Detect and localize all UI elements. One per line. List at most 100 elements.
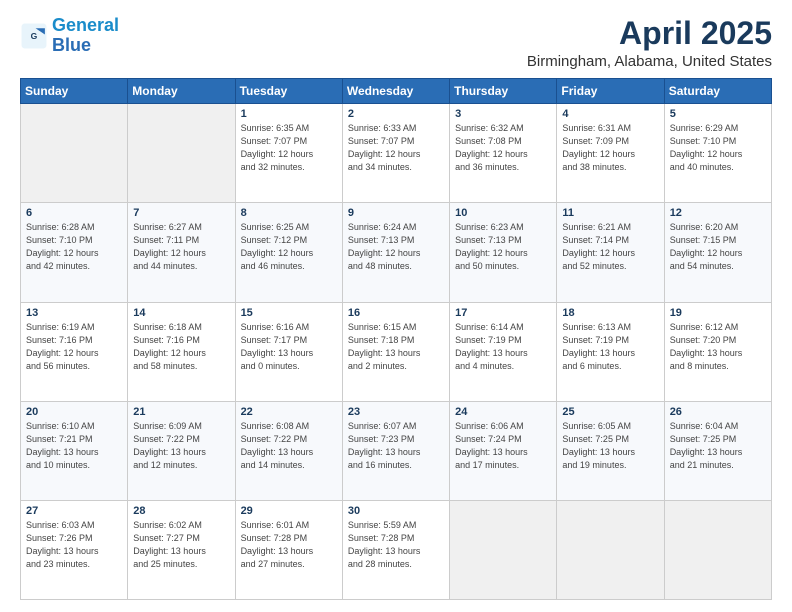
calendar-cell: 6 Sunrise: 6:28 AMSunset: 7:10 PMDaylight… [21,203,128,302]
calendar-cell: 19Sunrise: 6:12 AMSunset: 7:20 PMDayligh… [664,302,771,401]
calendar-day-header: Wednesday [342,79,449,104]
calendar-week-row: 1 Sunrise: 6:35 AMSunset: 7:07 PMDaylight… [21,104,772,203]
calendar-cell: 7 Sunrise: 6:27 AMSunset: 7:11 PMDaylight… [128,203,235,302]
cell-info: Sunrise: 6:14 AMSunset: 7:19 PMDaylight:… [455,321,551,373]
cell-info: Sunrise: 6:02 AMSunset: 7:27 PMDaylight:… [133,519,229,571]
calendar-cell: 16Sunrise: 6:15 AMSunset: 7:18 PMDayligh… [342,302,449,401]
cell-info: Sunrise: 6:21 AMSunset: 7:14 PMDaylight:… [562,221,658,273]
day-number: 18 [562,307,658,319]
cell-info: Sunrise: 6:24 AMSunset: 7:13 PMDaylight:… [348,221,444,273]
calendar-table: SundayMondayTuesdayWednesdayThursdayFrid… [20,78,772,600]
calendar-cell [664,500,771,599]
calendar-cell: 24 Sunrise: 6:06 AMSunset: 7:24 PMDayligh… [450,401,557,500]
svg-text:G: G [31,31,38,41]
calendar-cell: 15 Sunrise: 6:16 AMSunset: 7:17 PMDayligh… [235,302,342,401]
cell-info: Sunrise: 6:18 AMSunset: 7:16 PMDaylight:… [133,321,229,373]
day-number: 6 [26,207,122,219]
header: G General Blue April 2025 Birmingham, Al… [20,16,772,70]
day-number: 17 [455,307,551,319]
calendar-cell [450,500,557,599]
calendar-header-row: SundayMondayTuesdayWednesdayThursdayFrid… [21,79,772,104]
cell-info: Sunrise: 6:28 AMSunset: 7:10 PMDaylight:… [26,221,122,273]
calendar-cell: 13 Sunrise: 6:19 AMSunset: 7:16 PMDayligh… [21,302,128,401]
day-number: 14 [133,307,229,319]
cell-info: Sunrise: 6:09 AMSunset: 7:22 PMDaylight:… [133,420,229,472]
day-number: 20 [26,406,122,418]
calendar-cell: 3 Sunrise: 6:32 AMSunset: 7:08 PMDaylight… [450,104,557,203]
day-number: 30 [348,505,444,517]
day-number: 22 [241,406,337,418]
cell-info: Sunrise: 6:23 AMSunset: 7:13 PMDaylight:… [455,221,551,273]
cell-info: Sunrise: 6:19 AMSunset: 7:16 PMDaylight:… [26,321,122,373]
calendar-day-header: Thursday [450,79,557,104]
cell-info: Sunrise: 6:29 AMSunset: 7:10 PMDaylight:… [670,122,766,174]
calendar-week-row: 6 Sunrise: 6:28 AMSunset: 7:10 PMDaylight… [21,203,772,302]
cell-info: Sunrise: 6:06 AMSunset: 7:24 PMDaylight:… [455,420,551,472]
calendar-cell: 26 Sunrise: 6:04 AMSunset: 7:25 PMDayligh… [664,401,771,500]
calendar-day-header: Saturday [664,79,771,104]
cell-info: Sunrise: 6:27 AMSunset: 7:11 PMDaylight:… [133,221,229,273]
calendar-cell: 27Sunrise: 6:03 AMSunset: 7:26 PMDayligh… [21,500,128,599]
subtitle: Birmingham, Alabama, United States [527,53,772,70]
cell-info: Sunrise: 6:13 AMSunset: 7:19 PMDaylight:… [562,321,658,373]
calendar-cell: 21 Sunrise: 6:09 AMSunset: 7:22 PMDayligh… [128,401,235,500]
day-number: 3 [455,108,551,120]
calendar-cell [128,104,235,203]
calendar-cell: 5Sunrise: 6:29 AMSunset: 7:10 PMDaylight… [664,104,771,203]
day-number: 12 [670,207,766,219]
cell-info: Sunrise: 5:59 AMSunset: 7:28 PMDaylight:… [348,519,444,571]
cell-info: Sunrise: 6:33 AMSunset: 7:07 PMDaylight:… [348,122,444,174]
day-number: 19 [670,307,766,319]
cell-info: Sunrise: 6:20 AMSunset: 7:15 PMDaylight:… [670,221,766,273]
day-number: 10 [455,207,551,219]
calendar-cell: 30 Sunrise: 5:59 AMSunset: 7:28 PMDayligh… [342,500,449,599]
calendar-cell: 28 Sunrise: 6:02 AMSunset: 7:27 PMDayligh… [128,500,235,599]
logo-icon: G [20,22,48,50]
calendar-cell: 11 Sunrise: 6:21 AMSunset: 7:14 PMDayligh… [557,203,664,302]
cell-info: Sunrise: 6:32 AMSunset: 7:08 PMDaylight:… [455,122,551,174]
calendar-cell: 25Sunrise: 6:05 AMSunset: 7:25 PMDayligh… [557,401,664,500]
logo-text: General Blue [52,16,119,56]
day-number: 1 [241,108,337,120]
calendar-cell: 17 Sunrise: 6:14 AMSunset: 7:19 PMDayligh… [450,302,557,401]
calendar-day-header: Friday [557,79,664,104]
day-number: 24 [455,406,551,418]
day-number: 23 [348,406,444,418]
day-number: 9 [348,207,444,219]
calendar-cell: 2 Sunrise: 6:33 AMSunset: 7:07 PMDaylight… [342,104,449,203]
cell-info: Sunrise: 6:05 AMSunset: 7:25 PMDaylight:… [562,420,658,472]
cell-info: Sunrise: 6:16 AMSunset: 7:17 PMDaylight:… [241,321,337,373]
cell-info: Sunrise: 6:10 AMSunset: 7:21 PMDaylight:… [26,420,122,472]
calendar-cell [21,104,128,203]
day-number: 28 [133,505,229,517]
day-number: 26 [670,406,766,418]
day-number: 13 [26,307,122,319]
main-title: April 2025 [527,16,772,51]
day-number: 2 [348,108,444,120]
calendar-week-row: 27Sunrise: 6:03 AMSunset: 7:26 PMDayligh… [21,500,772,599]
calendar-week-row: 13 Sunrise: 6:19 AMSunset: 7:16 PMDayligh… [21,302,772,401]
day-number: 15 [241,307,337,319]
cell-info: Sunrise: 6:01 AMSunset: 7:28 PMDaylight:… [241,519,337,571]
calendar-body: 1 Sunrise: 6:35 AMSunset: 7:07 PMDaylight… [21,104,772,600]
calendar-cell: 23Sunrise: 6:07 AMSunset: 7:23 PMDayligh… [342,401,449,500]
calendar-cell: 9 Sunrise: 6:24 AMSunset: 7:13 PMDaylight… [342,203,449,302]
day-number: 11 [562,207,658,219]
cell-info: Sunrise: 6:15 AMSunset: 7:18 PMDaylight:… [348,321,444,373]
calendar-day-header: Tuesday [235,79,342,104]
day-number: 8 [241,207,337,219]
day-number: 21 [133,406,229,418]
cell-info: Sunrise: 6:31 AMSunset: 7:09 PMDaylight:… [562,122,658,174]
calendar-cell: 10 Sunrise: 6:23 AMSunset: 7:13 PMDayligh… [450,203,557,302]
day-number: 7 [133,207,229,219]
cell-info: Sunrise: 6:08 AMSunset: 7:22 PMDaylight:… [241,420,337,472]
calendar-week-row: 20 Sunrise: 6:10 AMSunset: 7:21 PMDayligh… [21,401,772,500]
page: G General Blue April 2025 Birmingham, Al… [0,0,792,612]
day-number: 29 [241,505,337,517]
cell-info: Sunrise: 6:35 AMSunset: 7:07 PMDaylight:… [241,122,337,174]
calendar-cell: 8Sunrise: 6:25 AMSunset: 7:12 PMDaylight… [235,203,342,302]
cell-info: Sunrise: 6:04 AMSunset: 7:25 PMDaylight:… [670,420,766,472]
title-block: April 2025 Birmingham, Alabama, United S… [527,16,772,70]
calendar-day-header: Sunday [21,79,128,104]
logo: G General Blue [20,16,119,56]
